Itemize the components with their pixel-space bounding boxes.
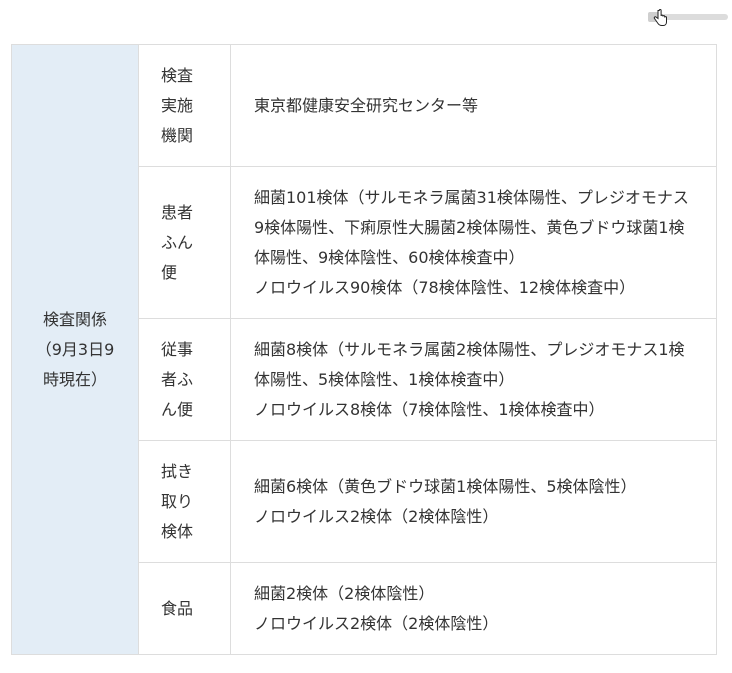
row-category-cell: 患者ふん便 bbox=[138, 166, 231, 319]
table-header-label: 検査関係（9月3日9時現在） bbox=[35, 309, 115, 389]
value-line: 細菌8検体（サルモネラ属菌2検体陽性、プレジオモナス1検体陽性、5検体陰性、1検… bbox=[254, 339, 685, 389]
row-value-cell: 細菌8検体（サルモネラ属菌2検体陽性、プレジオモナス1検体陽性、5検体陰性、1検… bbox=[230, 318, 717, 441]
row-category-label: 従事者ふん便 bbox=[161, 339, 194, 419]
value-line: ノロウイルス2検体（2検体陰性） bbox=[254, 613, 499, 633]
row-value-cell: 細菌6検体（黄色ブドウ球菌1検体陽性、5検体陰性） ノロウイルス2検体（2検体陰… bbox=[230, 440, 717, 563]
inspection-table: 検査関係（9月3日9時現在） 検査実施機関 東京都健康安全研究センター等 患者ふ… bbox=[11, 44, 717, 655]
value-line: 細菌2検体（2検体陰性） bbox=[254, 583, 435, 603]
hand-cursor-icon bbox=[653, 9, 667, 26]
row-value-cell: 細菌101検体（サルモネラ属菌31検体陽性、プレジオモナス9検体陽性、下痢原性大… bbox=[230, 166, 717, 319]
row-category-label: 拭き取り検体 bbox=[161, 461, 194, 541]
row-category-label: 患者ふん便 bbox=[161, 202, 194, 282]
row-category-cell: 食品 bbox=[138, 562, 231, 655]
value-line: 東京都健康安全研究センター等 bbox=[254, 95, 479, 115]
value-line: 細菌101検体（サルモネラ属菌31検体陽性、プレジオモナス9検体陽性、下痢原性大… bbox=[254, 187, 689, 267]
row-category-cell: 検査実施機関 bbox=[138, 44, 231, 167]
table-row: 検査関係（9月3日9時現在） 検査実施機関 東京都健康安全研究センター等 bbox=[11, 44, 717, 655]
row-value-cell: 東京都健康安全研究センター等 bbox=[230, 44, 717, 167]
row-category-cell: 従事者ふん便 bbox=[138, 318, 231, 441]
table-header-cell: 検査関係（9月3日9時現在） bbox=[11, 44, 139, 655]
row-value-cell: 細菌2検体（2検体陰性） ノロウイルス2検体（2検体陰性） bbox=[230, 562, 717, 655]
row-category-label: 検査実施機関 bbox=[161, 65, 194, 145]
value-line: ノロウイルス2検体（2検体陰性） bbox=[254, 506, 499, 526]
value-line: ノロウイルス8検体（7検体陰性、1検体検査中） bbox=[254, 399, 605, 419]
horizontal-scrollbar[interactable] bbox=[646, 9, 730, 26]
value-line: 細菌6検体（黄色ブドウ球菌1検体陽性、5検体陰性） bbox=[254, 476, 637, 496]
row-category-cell: 拭き取り検体 bbox=[138, 440, 231, 563]
value-line: ノロウイルス90検体（78検体陰性、12検体検査中） bbox=[254, 277, 636, 297]
row-category-label: 食品 bbox=[161, 598, 194, 618]
